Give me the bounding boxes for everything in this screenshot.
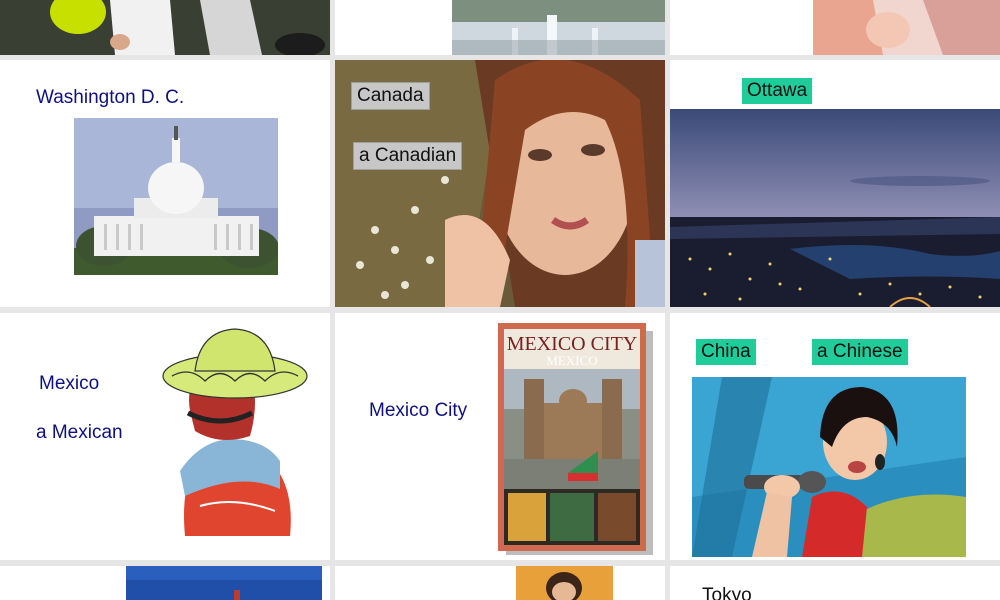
tile-paris[interactable]: [335, 0, 665, 55]
city-label-washington: Washington D. C.: [36, 87, 185, 108]
city-label-ottawa: Ottawa: [742, 78, 813, 104]
tile-soccer[interactable]: [0, 0, 330, 55]
city-label-tokyo: Tokyo: [702, 585, 752, 600]
soccer-photo: [0, 0, 330, 55]
tile-row4-left[interactable]: [0, 566, 330, 600]
tile-canada[interactable]: Canada a Canadian: [335, 60, 665, 307]
sombrero-figure: [160, 321, 310, 541]
paris-photo: [452, 0, 665, 55]
ottawa-night-photo: [670, 109, 1000, 307]
tile-row4-middle[interactable]: [335, 566, 665, 600]
mexico-city-book: MEXICO CITY MEXICO: [498, 323, 653, 555]
tile-singer-top[interactable]: [670, 0, 1000, 55]
chinese-singer-photo: [692, 377, 966, 557]
woman-photo-bottom: [516, 566, 613, 600]
tile-usa[interactable]: Washington D. C.: [0, 60, 330, 307]
tile-china[interactable]: China a Chinese: [670, 313, 1000, 560]
book-title: MEXICO CITY: [507, 333, 638, 355]
country-label-canada: Canada: [351, 82, 430, 110]
nationality-label-canadian: a Canadian: [353, 142, 463, 170]
flag-building-photo: [126, 566, 322, 600]
nationality-label-chinese: a Chinese: [812, 339, 908, 365]
city-label-mexico-city: Mexico City: [369, 400, 468, 421]
nationality-label-mexican: a Mexican: [36, 422, 123, 443]
tile-ottawa[interactable]: Ottawa: [670, 60, 1000, 307]
tile-mexico-city[interactable]: Mexico City MEXICO CITY MEXICO: [335, 313, 665, 560]
singer-top-photo: [813, 0, 1000, 55]
book-subtitle: MEXICO: [546, 353, 597, 368]
tile-tokyo[interactable]: Tokyo: [670, 566, 1000, 600]
country-label-mexico: Mexico: [39, 373, 100, 394]
tile-mexico[interactable]: Mexico a Mexican: [0, 313, 330, 560]
capitol-photo: [74, 118, 278, 275]
country-label-china: China: [696, 339, 756, 365]
